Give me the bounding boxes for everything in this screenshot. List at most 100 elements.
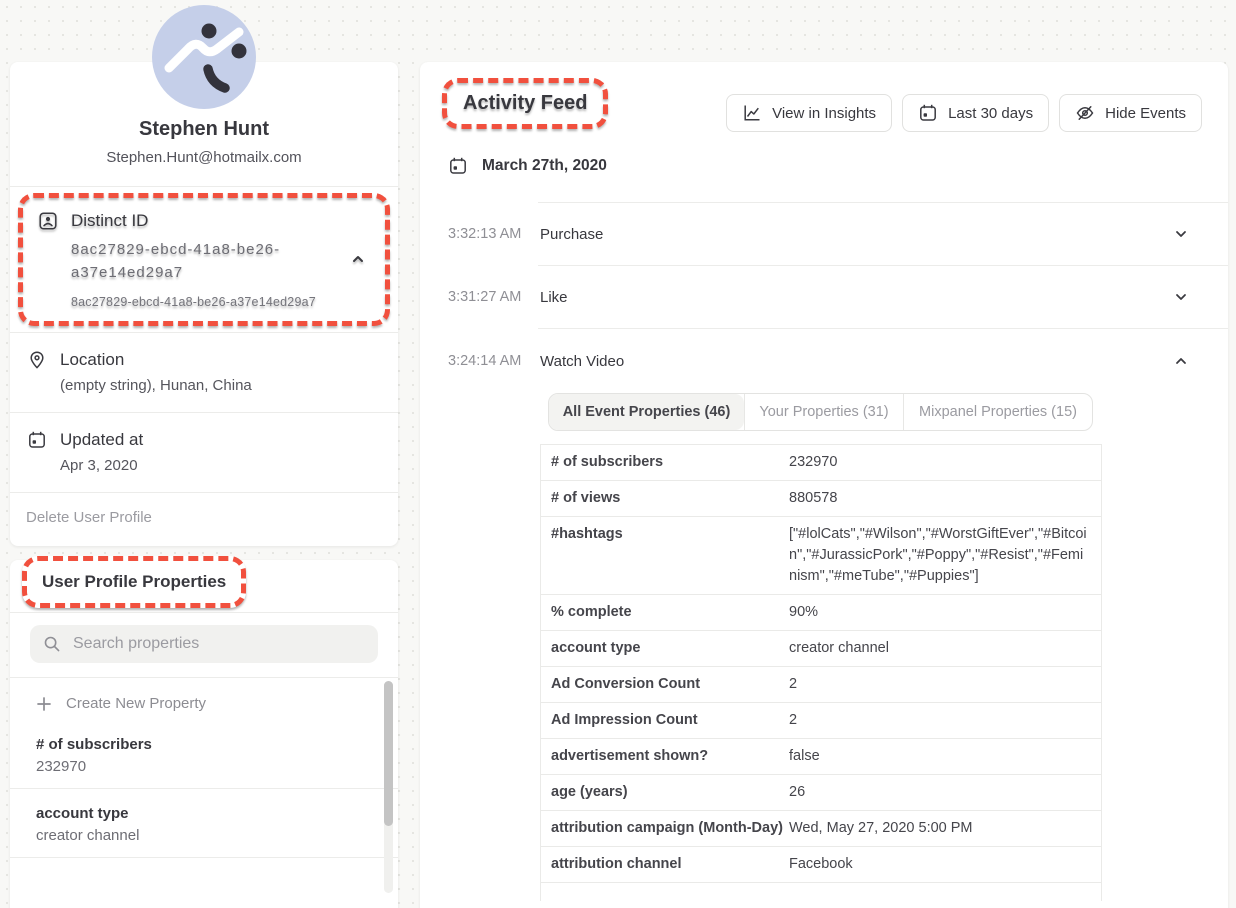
event-property-name: Ad Impression Count [541,710,789,731]
distinct-id-value: 8ac27829-ebcd-41a8-be26-a37e14ed29a7 [71,238,321,285]
event-name: Like [540,289,568,306]
event-property-row: attribution channel Facebook [541,847,1101,883]
distinct-id-section-highlighted[interactable]: Distinct ID 8ac27829-ebcd-41a8-be26-a37e… [18,193,390,326]
contact-card-icon [37,210,59,232]
event-property-value: false [789,746,1089,767]
event-row-watch-video[interactable]: 3:24:14 AM Watch Video [420,329,1228,393]
event-property-row: advertisement shown? false [541,739,1101,775]
event-property-row: % complete 90% [541,595,1101,631]
user-avatar [152,5,256,109]
event-feed: 3:32:13 AM Purchase 3:31:27 AM Like 3:24… [420,202,1228,901]
hide-events-button[interactable]: Hide Events [1059,94,1202,132]
scrollbar-thumb[interactable] [384,681,393,826]
view-in-insights-button[interactable]: View in Insights [726,94,892,132]
event-property-row: Ad Impression Count 2 [541,703,1101,739]
event-property-name: Ad Conversion Count [541,674,789,695]
location-label: Location [60,350,124,370]
hide-events-label: Hide Events [1105,105,1186,122]
event-property-name: age (years) [541,782,789,803]
feed-date-header: March 27th, 2020 [448,156,1228,176]
tab-mixpanel-properties[interactable]: Mixpanel Properties (15) [904,394,1092,430]
event-property-name: #hashtags [541,524,789,587]
search-icon [43,635,61,653]
user-profile-card: Stephen Hunt Stephen.Hunt@hotmailx.com D… [10,62,398,546]
chevron-up-icon[interactable] [1174,354,1188,368]
event-property-name: attribution campaign (Month-Day) [541,818,789,839]
updated-at-value: Apr 3, 2020 [60,457,382,474]
event-property-name: # of subscribers [541,452,789,473]
event-property-row: #hashtags ["#lolCats","#Wilson","#WorstG… [541,517,1101,595]
event-time: 3:24:14 AM [448,353,540,369]
smiley-line-chart-icon [152,5,256,109]
search-properties-input[interactable]: Search properties [30,625,378,663]
chevron-up-icon [351,252,365,266]
event-name: Purchase [540,226,603,243]
event-property-row: # of subscribers 232970 [541,445,1101,481]
property-name: # of subscribers [36,736,358,753]
user-email: Stephen.Hunt@hotmailx.com [26,149,382,166]
calendar-icon [26,429,48,451]
event-properties-tabbar: All Event Properties (46) Your Propertie… [548,393,1093,431]
property-name: account type [36,805,358,822]
event-property-value: 232970 [789,452,1089,473]
divider [10,857,398,858]
search-placeholder: Search properties [73,635,199,653]
distinct-id-collapse-button[interactable] [347,248,369,270]
properties-list: Create New Property # of subscribers 232… [10,678,398,858]
event-property-value: 90% [789,602,1089,623]
event-time: 3:32:13 AM [448,226,540,242]
eye-off-icon [1075,103,1095,123]
event-property-row: Ad Conversion Count 2 [541,667,1101,703]
location-value: (empty string), Hunan, China [60,377,382,394]
property-list-item[interactable]: account type creator channel [10,789,398,857]
location-section: Location (empty string), Hunan, China [10,333,398,412]
event-property-name: advertisement shown? [541,746,789,767]
event-property-name: attribution channel [541,854,789,875]
event-property-value: Wed, May 27, 2020 5:00 PM [789,818,1089,839]
user-profile-properties-card: User Profile Properties Search propertie… [10,560,398,908]
event-time: 3:31:27 AM [448,289,540,305]
chevron-down-icon[interactable] [1174,290,1188,304]
updated-at-section: Updated at Apr 3, 2020 [10,413,398,492]
event-property-name: % complete [541,602,789,623]
property-value: 232970 [36,758,358,775]
property-value: creator channel [36,827,358,844]
user-name: Stephen Hunt [26,118,382,141]
date-range-label: Last 30 days [948,105,1033,122]
calendar-icon [918,103,938,123]
calendar-icon [448,156,468,176]
event-detail-panel: All Event Properties (46) Your Propertie… [540,393,1102,901]
create-new-property-label: Create New Property [66,695,206,712]
updated-at-label: Updated at [60,430,143,450]
mixpanel-user-profile-page: Stephen Hunt Stephen.Hunt@hotmailx.com D… [0,0,1236,908]
properties-scrollbar[interactable] [384,681,393,893]
event-property-value: creator channel [789,638,1089,659]
event-property-row: # of views 880578 [541,481,1101,517]
tab-your-properties[interactable]: Your Properties (31) [744,394,904,430]
distinct-id-subvalue: 8ac27829-ebcd-41a8-be26-a37e14ed29a7 [71,295,373,309]
delete-user-profile-button[interactable]: Delete User Profile [10,493,398,546]
event-property-row: account type creator channel [541,631,1101,667]
event-property-row: attribution campaign (Month-Day) Wed, Ma… [541,811,1101,847]
create-new-property-button[interactable]: Create New Property [10,678,398,720]
map-pin-icon [26,349,48,371]
event-name: Watch Video [540,353,624,370]
event-property-name: # of views [541,488,789,509]
feed-date-label: March 27th, 2020 [482,157,607,175]
event-property-value: 2 [789,710,1089,731]
event-property-row: age (years) 26 [541,775,1101,811]
property-list-item[interactable]: # of subscribers 232970 [10,720,398,788]
event-row-like[interactable]: 3:31:27 AM Like [420,266,1228,328]
chevron-down-icon[interactable] [1174,227,1188,241]
tab-all-event-properties[interactable]: All Event Properties (46) [549,394,744,430]
event-row-purchase[interactable]: 3:32:13 AM Purchase [420,203,1228,265]
date-range-button[interactable]: Last 30 days [902,94,1049,132]
event-property-value: 26 [789,782,1089,803]
properties-panel-title-highlighted: User Profile Properties [22,556,246,608]
plus-icon [36,696,52,712]
event-property-value: ["#lolCats","#Wilson","#WorstGiftEver","… [789,524,1089,587]
view-in-insights-label: View in Insights [772,105,876,122]
activity-feed-title-highlighted: Activity Feed [442,78,608,129]
activity-feed-card: Activity Feed View in Insights [420,62,1228,908]
line-chart-icon [742,103,762,123]
